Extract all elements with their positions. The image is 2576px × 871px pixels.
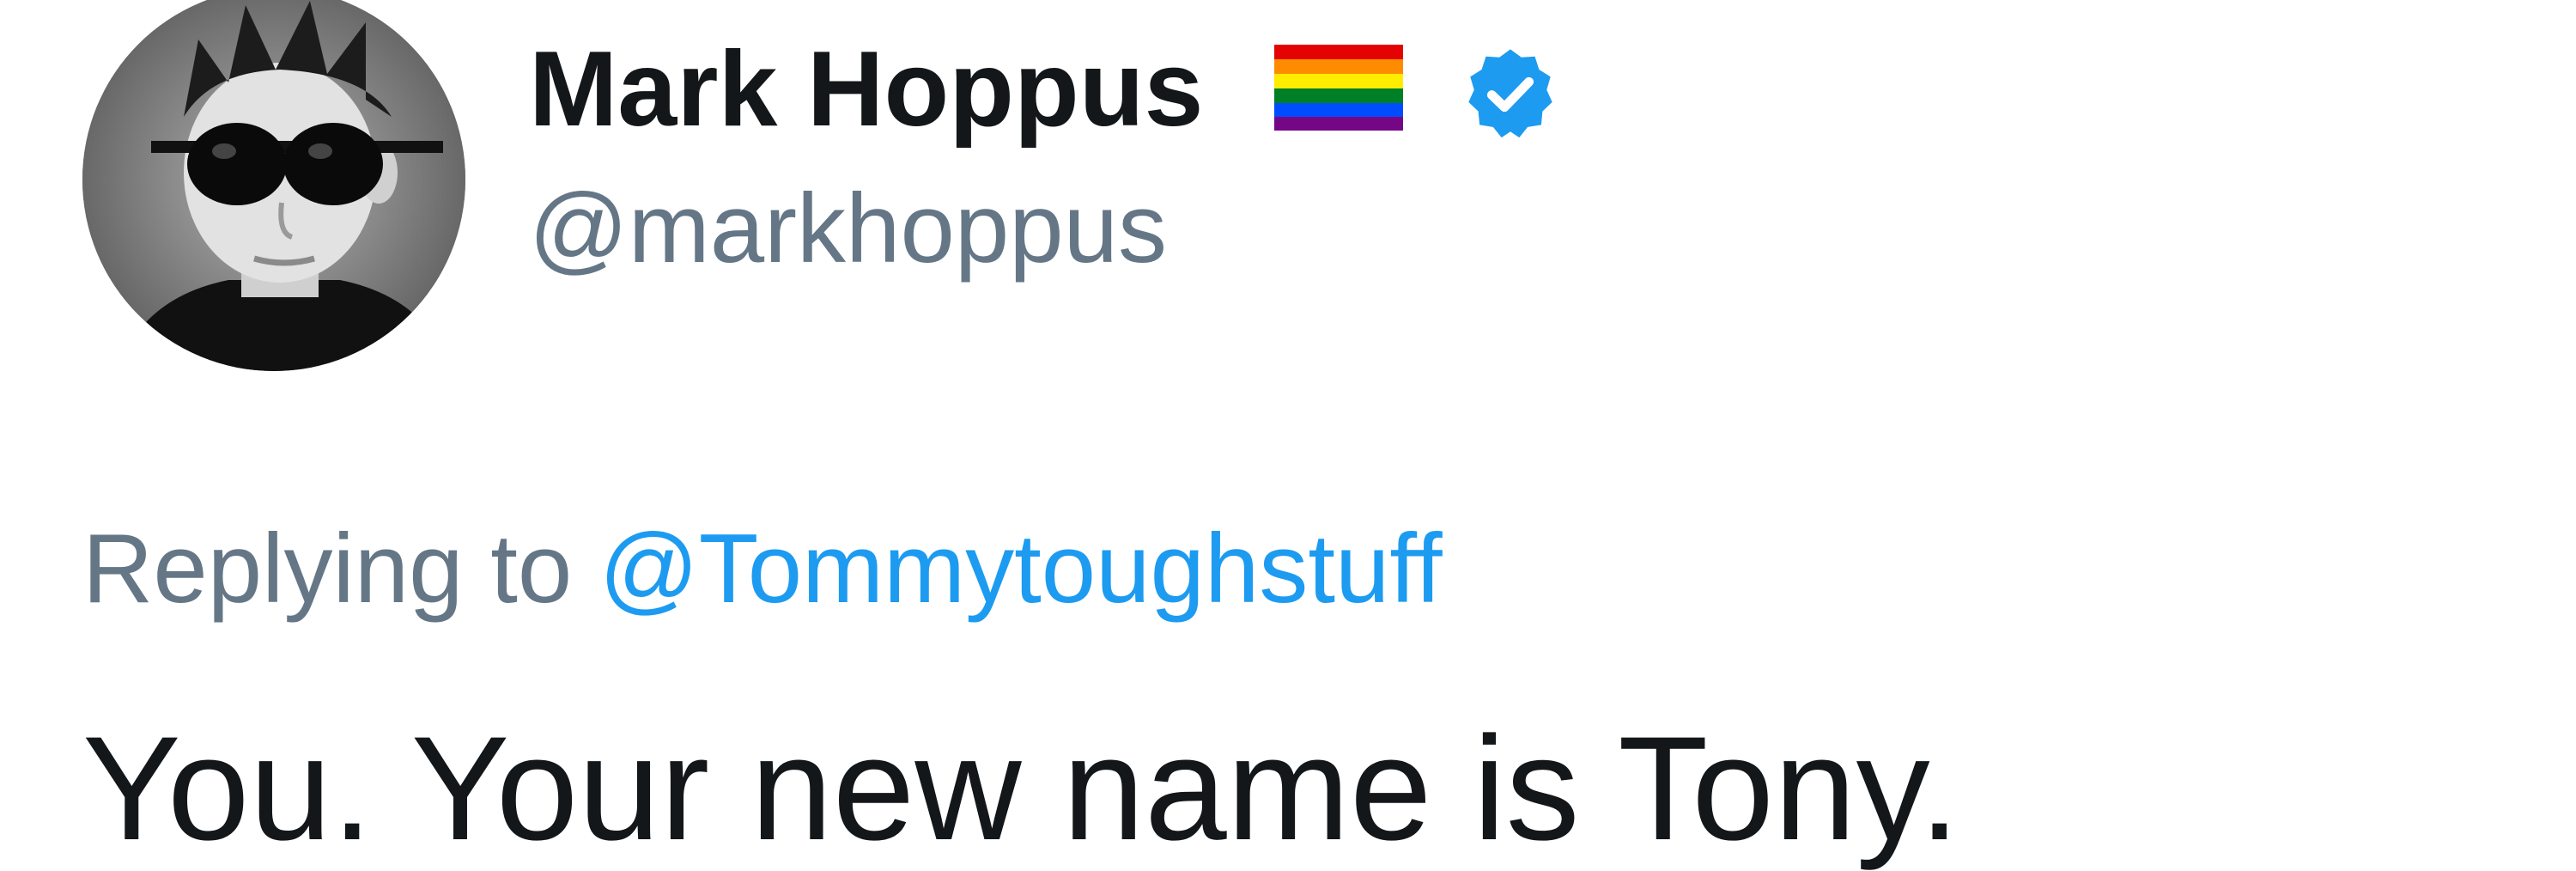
reply-mention-link[interactable]: @Tommytoughstuff bbox=[599, 515, 1443, 624]
tweet-text: You. Your new name is Tony. bbox=[82, 706, 1960, 871]
rainbow-flag-icon bbox=[1274, 45, 1403, 131]
author-display-name[interactable]: Mark Hoppus bbox=[529, 36, 1203, 143]
verified-badge-icon bbox=[1468, 49, 1552, 138]
replying-to-line: Replying to @Tommytoughstuff bbox=[82, 521, 1443, 618]
tweet-card: Mark Hoppus @markhoppus Replying to @Tom… bbox=[0, 0, 2576, 871]
author-handle[interactable]: @markhoppus bbox=[529, 180, 1167, 278]
author-avatar[interactable] bbox=[82, 0, 465, 371]
avatar-image bbox=[82, 0, 465, 371]
replying-to-label: Replying to bbox=[82, 515, 573, 624]
